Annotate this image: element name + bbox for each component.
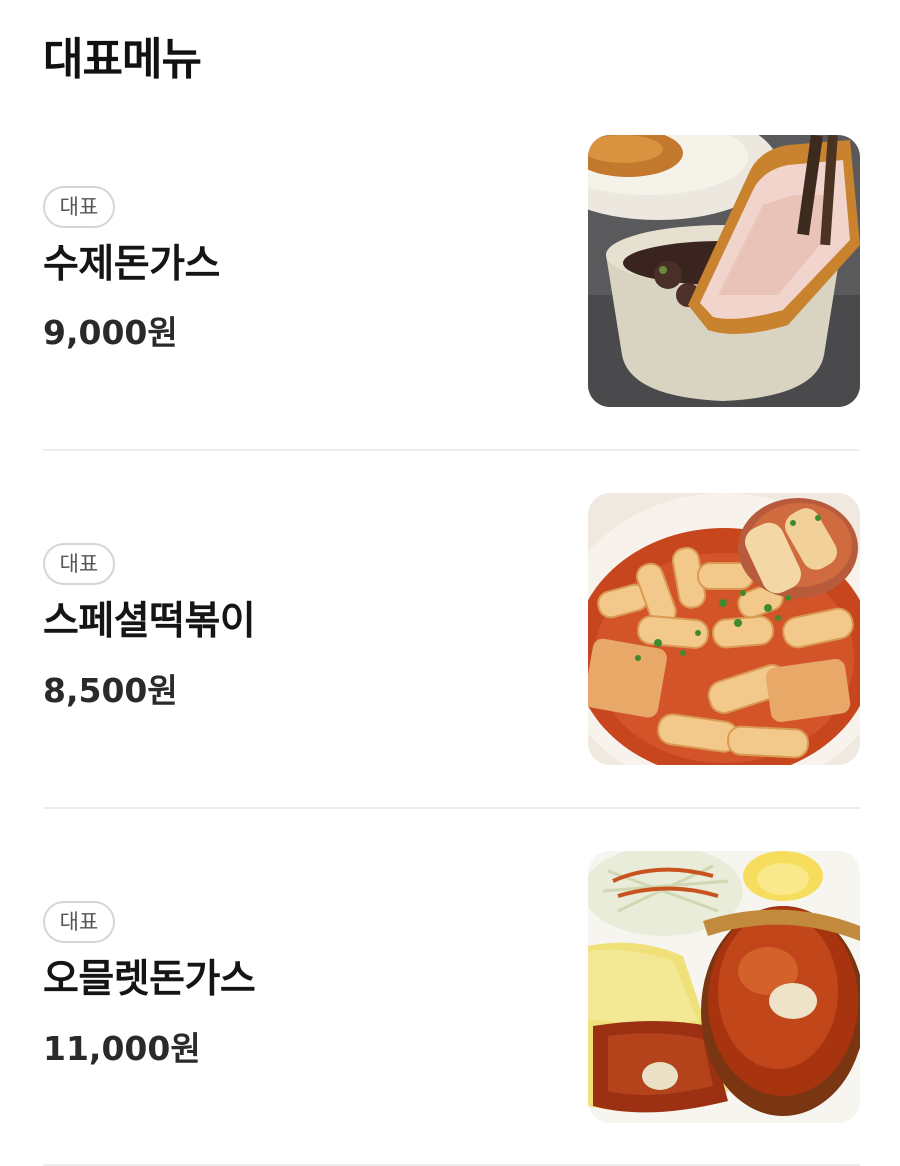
menu-item-price: 8,500원 (43, 671, 178, 710)
menu-item-photo[interactable] (588, 851, 860, 1123)
menu-item-name: 수제돈가스 (43, 242, 220, 287)
representative-badge: 대표 (43, 186, 115, 228)
menu-item-price: 9,000원 (43, 313, 178, 352)
menu-item-special-tteokbokki[interactable]: 대표 스페셜떡볶이 8,500원 (43, 493, 860, 765)
representative-badge: 대표 (43, 543, 115, 585)
menu-item-photo[interactable] (588, 135, 860, 407)
divider (43, 449, 860, 451)
menu-item-omelet-donkatsu[interactable]: 대표 오믈렛돈가스 11,000원 (43, 851, 860, 1123)
menu-item-photo[interactable] (588, 493, 860, 765)
section-title: 대표메뉴 (43, 34, 202, 85)
menu-item-sujae-donkatsu[interactable]: 대표 수제돈가스 9,000원 (43, 135, 860, 407)
omelet-cutlet-photo (588, 851, 860, 1123)
pork-cutlet-photo (588, 135, 860, 407)
menu-item-name: 오믈렛돈가스 (43, 957, 256, 1002)
representative-badge: 대표 (43, 901, 115, 943)
menu-item-name: 스페셜떡볶이 (43, 599, 256, 644)
tteokbokki-photo (588, 493, 860, 765)
representative-menu-page: 대표메뉴 대표 수제돈가스 9,000원 대표 스페셜떡볶이 8,500원 대표… (0, 0, 900, 1166)
divider (43, 807, 860, 809)
menu-item-price: 11,000원 (43, 1029, 201, 1068)
